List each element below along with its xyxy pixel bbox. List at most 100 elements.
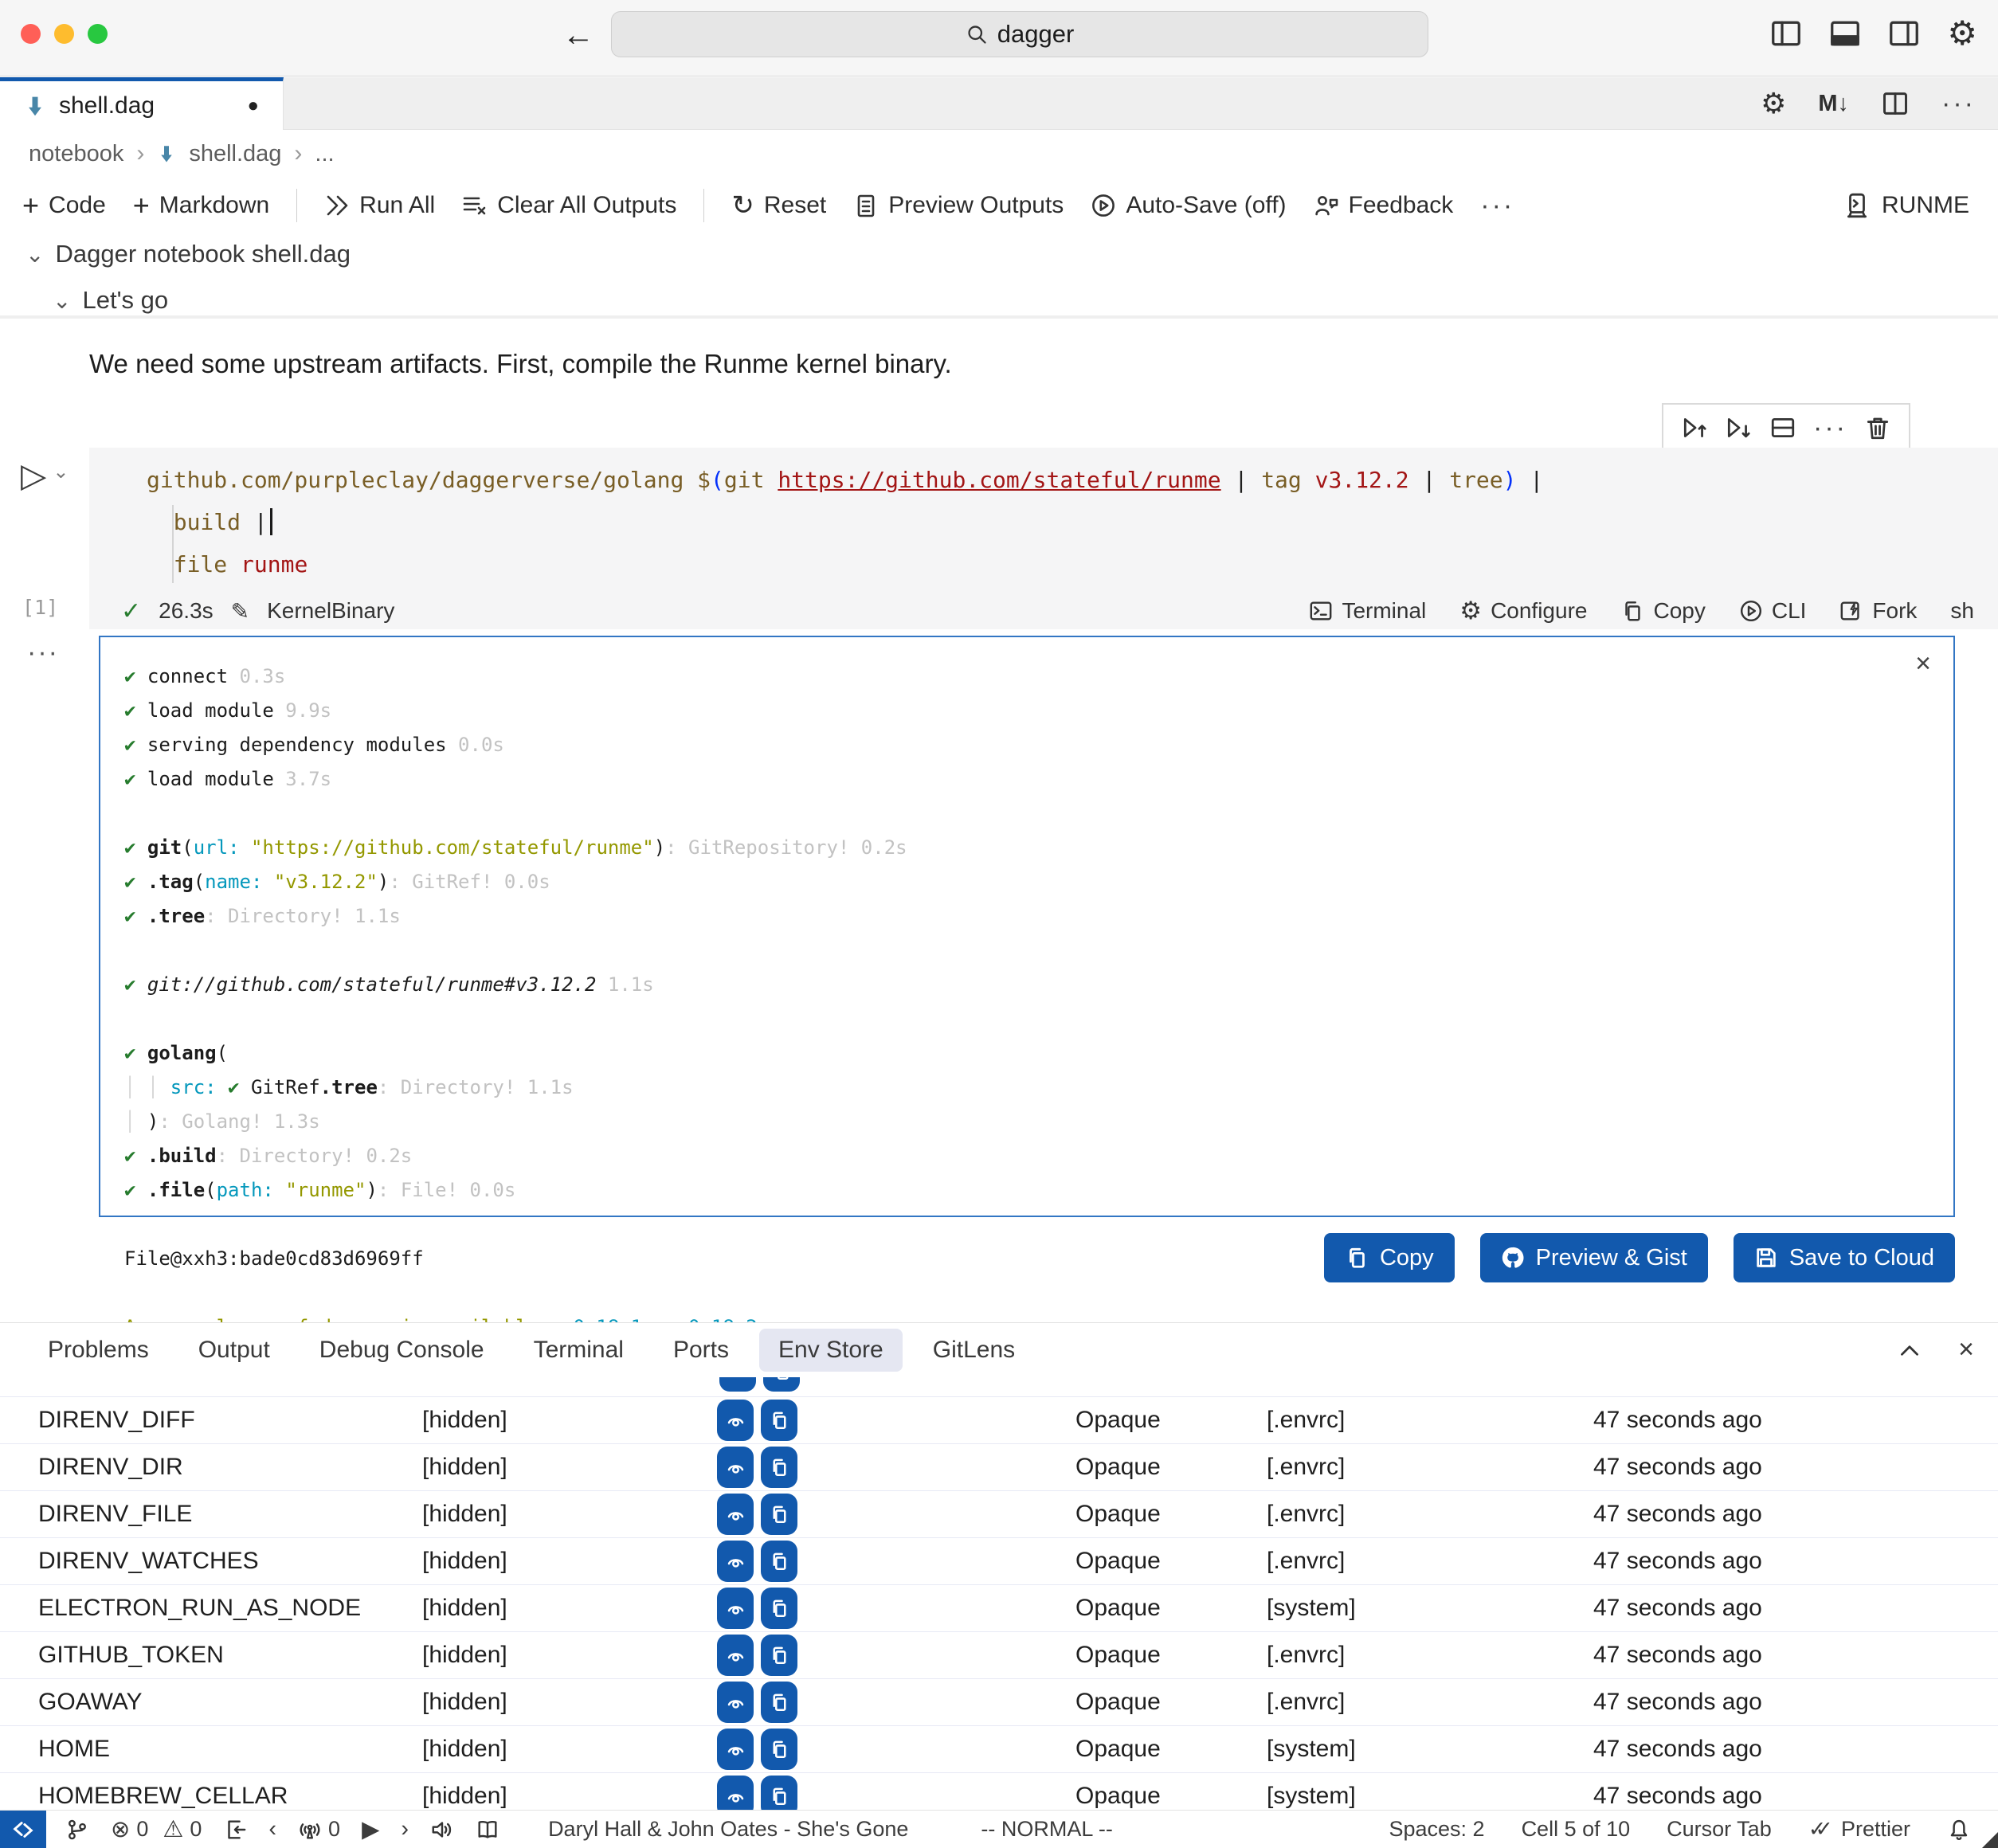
output-collapse-icon[interactable]: ···	[27, 637, 59, 668]
remote-indicator[interactable]	[0, 1811, 46, 1848]
add-code-button[interactable]: + Code	[22, 189, 106, 222]
modified-dot-icon[interactable]: ●	[248, 95, 260, 117]
env-row[interactable]: GOAWAY [hidden] Opaque [.envrc] 47 secon…	[0, 1679, 1998, 1726]
back-arrow-icon[interactable]: ←	[562, 18, 594, 53]
copy-value-button[interactable]	[761, 1494, 797, 1535]
clear-all-outputs-button[interactable]: Clear All Outputs	[462, 192, 676, 219]
cell-more-actions-icon[interactable]: ···	[1813, 413, 1847, 444]
toggle-right-sidebar-icon[interactable]	[1888, 18, 1920, 49]
editor-more-actions-icon[interactable]: ···	[1941, 88, 1976, 119]
reveal-value-button[interactable]	[717, 1588, 754, 1629]
chevron-down-icon[interactable]: ⌄	[25, 241, 44, 268]
copy-value-button[interactable]	[761, 1682, 797, 1723]
terminal-action-button[interactable]: Terminal	[1309, 598, 1426, 624]
tab-debug-console[interactable]: Debug Console	[300, 1329, 503, 1372]
close-window-button[interactable]	[21, 24, 41, 44]
ports-indicator[interactable]: 0	[298, 1817, 340, 1842]
split-editor-icon[interactable]	[1881, 89, 1910, 118]
run-all-button[interactable]: Run All	[324, 192, 435, 219]
errors-indicator[interactable]: ⊗ 0 ⚠ 0	[111, 1815, 202, 1843]
copy-output-button[interactable]: Copy	[1324, 1233, 1455, 1282]
reveal-value-button[interactable]	[717, 1776, 754, 1810]
toggle-panel-icon[interactable]	[1829, 18, 1861, 49]
close-output-icon[interactable]: ×	[1915, 648, 1931, 679]
reset-button[interactable]: ↻ Reset	[731, 190, 826, 221]
reveal-value-button[interactable]	[717, 1400, 754, 1441]
code-editor[interactable]: github.com/purpleclay/daggerverse/golang…	[89, 448, 1998, 593]
fork-action-button[interactable]: Fork	[1839, 598, 1917, 624]
env-row[interactable]: GITHUB_TOKEN [hidden] Opaque [.envrc] 47…	[0, 1632, 1998, 1679]
close-panel-icon[interactable]: ×	[1958, 1334, 1974, 1365]
reveal-value-button[interactable]	[717, 1447, 754, 1488]
feedback-button[interactable]: Feedback	[1314, 192, 1454, 219]
copy-value-button[interactable]	[761, 1400, 797, 1441]
speaker-icon[interactable]	[430, 1818, 454, 1842]
autosave-button[interactable]: Auto-Save (off)	[1091, 192, 1286, 219]
split-cell-icon[interactable]	[1769, 414, 1796, 441]
prettier-indicator[interactable]: ✓✓ Prettier	[1808, 1817, 1910, 1842]
copy-value-button[interactable]	[761, 1588, 797, 1629]
settings-gear-icon[interactable]: ⚙	[1947, 18, 1977, 49]
notebook-settings-gear-icon[interactable]: ⚙	[1761, 88, 1786, 119]
cursor-tab-indicator[interactable]: Cursor Tab	[1667, 1817, 1772, 1842]
run-cell-icon[interactable]: ▷	[21, 456, 46, 495]
cell-position-indicator[interactable]: Cell 5 of 10	[1522, 1817, 1631, 1842]
copy-value-button[interactable]	[761, 1729, 797, 1770]
tab-terminal[interactable]: Terminal	[515, 1329, 643, 1372]
tab-output[interactable]: Output	[179, 1329, 289, 1372]
chevron-down-icon[interactable]: ⌄	[53, 288, 71, 314]
reveal-value-button[interactable]	[717, 1541, 754, 1582]
git-branch-icon[interactable]	[65, 1818, 89, 1842]
indentation-indicator[interactable]: Spaces: 2	[1389, 1817, 1484, 1842]
breadcrumb-more[interactable]: ...	[315, 141, 334, 167]
env-row[interactable]: DIRENV_DIFF [hidden] Opaque [.envrc] 47 …	[0, 1397, 1998, 1444]
env-row[interactable]: DIRENV_WATCHES [hidden] Opaque [.envrc] …	[0, 1538, 1998, 1585]
reveal-value-button[interactable]	[717, 1635, 754, 1676]
minimize-window-button[interactable]	[54, 24, 74, 44]
copy-value-button[interactable]	[761, 1541, 797, 1582]
cell-name[interactable]: KernelBinary	[267, 598, 394, 624]
env-row[interactable]: ELECTRON_RUN_AS_NODE [hidden] Opaque [sy…	[0, 1585, 1998, 1632]
save-to-cloud-button[interactable]: Save to Cloud	[1734, 1233, 1955, 1282]
runme-kernel-button[interactable]: RUNME	[1843, 192, 1969, 219]
execute-above-icon[interactable]	[1681, 414, 1708, 441]
tab-ports[interactable]: Ports	[654, 1329, 748, 1372]
preview-gist-button[interactable]: Preview & Gist	[1480, 1233, 1708, 1282]
copy-value-button[interactable]	[761, 1635, 797, 1676]
now-playing-label[interactable]: Daryl Hall & John Oates - She's Gone	[548, 1817, 908, 1842]
breadcrumb-notebook[interactable]: notebook	[29, 141, 123, 167]
tab-shell-dag[interactable]: shell.dag ●	[0, 77, 284, 130]
reveal-value-button[interactable]	[717, 1682, 754, 1723]
toolbar-more-icon[interactable]: ···	[1480, 190, 1514, 221]
next-track-icon[interactable]: ›	[401, 1816, 409, 1842]
previous-track-icon[interactable]: ‹	[268, 1816, 276, 1842]
copy-value-button[interactable]	[761, 1776, 797, 1810]
code-lines[interactable]: github.com/purpleclay/daggerverse/golang…	[147, 459, 1998, 585]
env-row[interactable]: HOMEBREW_CELLAR [hidden] Opaque [system]…	[0, 1773, 1998, 1810]
maximize-panel-icon[interactable]	[1896, 1337, 1923, 1364]
execute-below-icon[interactable]	[1725, 414, 1752, 441]
delete-cell-icon[interactable]	[1864, 414, 1891, 441]
shell-type-label[interactable]: sh	[1950, 598, 1974, 624]
exit-door-icon[interactable]	[223, 1818, 247, 1842]
configure-action-button[interactable]: ⚙ Configure	[1459, 597, 1587, 625]
tab-env-store[interactable]: Env Store	[759, 1329, 903, 1372]
tab-gitlens[interactable]: GitLens	[914, 1329, 1034, 1372]
breadcrumb-file[interactable]: shell.dag	[189, 141, 281, 167]
toggle-left-sidebar-icon[interactable]	[1770, 18, 1802, 49]
notifications-bell-icon[interactable]	[1947, 1818, 1971, 1842]
reading-book-icon[interactable]	[476, 1818, 500, 1842]
copy-value-button[interactable]	[761, 1447, 797, 1488]
reveal-value-button[interactable]	[717, 1729, 754, 1770]
reveal-value-button[interactable]	[717, 1494, 754, 1535]
env-row[interactable]: DIRENV_FILE [hidden] Opaque [.envrc] 47 …	[0, 1491, 1998, 1538]
env-row[interactable]: HOME [hidden] Opaque [system] 47 seconds…	[0, 1726, 1998, 1773]
resize-grip[interactable]	[1982, 1832, 1998, 1848]
run-options-chevron-icon[interactable]: ⌄	[53, 460, 69, 484]
env-row[interactable]: DIRENV_DIR [hidden] Opaque [.envrc] 47 s…	[0, 1444, 1998, 1491]
section-dagger-notebook[interactable]: ⌄ Dagger notebook shell.dag	[0, 233, 1998, 276]
markdown-export-button[interactable]: M↓	[1818, 91, 1849, 117]
preview-outputs-button[interactable]: Preview Outputs	[853, 192, 1064, 219]
maximize-window-button[interactable]	[88, 24, 108, 44]
cli-action-button[interactable]: CLI	[1739, 598, 1807, 624]
